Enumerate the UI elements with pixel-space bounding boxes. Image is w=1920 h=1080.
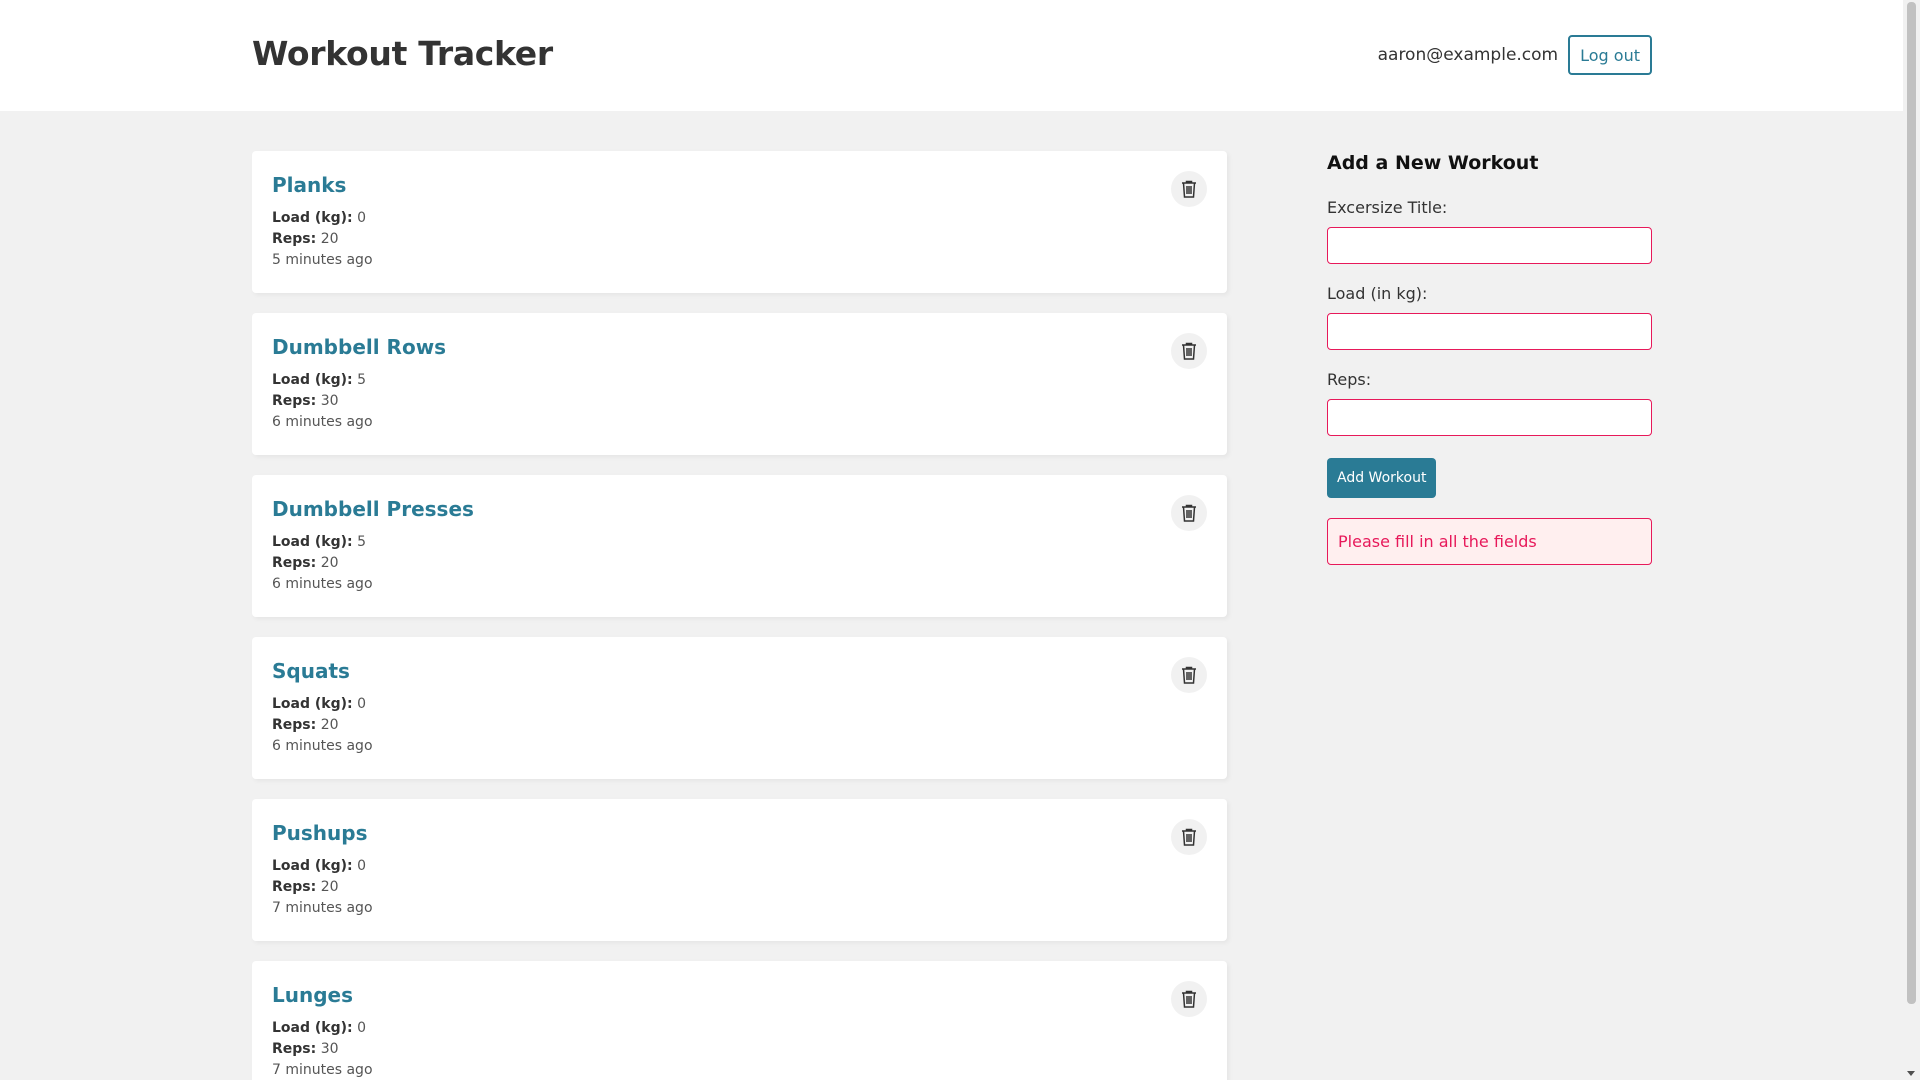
reps-input-label: Reps:: [1327, 370, 1372, 389]
workout-title: Lunges: [272, 983, 354, 1007]
workout-card: Squats Load (kg): 0 Reps: 20 6 minutes a…: [252, 637, 1227, 779]
workout-title: Dumbbell Rows: [272, 335, 447, 359]
add-workout-form: Add a New Workout Excersize Title: Load …: [1327, 152, 1652, 565]
load-label: Load (kg):: [272, 372, 353, 388]
load-value: 5: [357, 534, 366, 550]
delete-workout-button[interactable]: [1171, 171, 1207, 207]
load-value: 0: [357, 1020, 366, 1036]
trash-icon: [1182, 180, 1196, 198]
workout-list: Planks Load (kg): 0 Reps: 20 5 minutes a…: [252, 151, 1227, 1080]
workout-card: Pushups Load (kg): 0 Reps: 20 7 minutes …: [252, 799, 1227, 941]
workout-title: Dumbbell Presses: [272, 497, 474, 521]
reps-value: 20: [320, 555, 339, 571]
workout-reps: Reps: 20: [272, 229, 1207, 250]
workout-card: Planks Load (kg): 0 Reps: 20 5 minutes a…: [252, 151, 1227, 293]
reps-value: 20: [320, 879, 339, 895]
workout-reps: Reps: 20: [272, 877, 1207, 898]
workout-time: 6 minutes ago: [272, 738, 373, 754]
delete-workout-button[interactable]: [1171, 495, 1207, 531]
delete-workout-button[interactable]: [1171, 819, 1207, 855]
workout-time: 6 minutes ago: [272, 576, 373, 592]
trash-icon: [1182, 342, 1196, 360]
workout-load: Load (kg): 0: [272, 694, 1207, 715]
workout-load: Load (kg): 0: [272, 208, 1207, 229]
load-label: Load (kg):: [272, 858, 353, 874]
workout-card: Lunges Load (kg): 0 Reps: 30 7 minutes a…: [252, 961, 1227, 1080]
reps-label: Reps:: [272, 393, 317, 409]
trash-icon: [1182, 990, 1196, 1008]
load-label: Load (kg):: [272, 210, 353, 226]
reps-value: 30: [320, 1041, 339, 1057]
user-area: aaron@example.com Log out: [1378, 35, 1652, 75]
reps-value: 20: [320, 231, 339, 247]
workout-title: Planks: [272, 173, 347, 197]
workout-time: 6 minutes ago: [272, 414, 373, 430]
user-email: aaron@example.com: [1377, 45, 1559, 65]
workout-card: Dumbbell Presses Load (kg): 5 Reps: 20 6…: [252, 475, 1227, 617]
trash-icon: [1182, 504, 1196, 522]
logout-button[interactable]: Log out: [1568, 35, 1652, 75]
scrollbar[interactable]: [1903, 0, 1920, 1080]
workout-card: Dumbbell Rows Load (kg): 5 Reps: 30 6 mi…: [252, 313, 1227, 455]
error-message: Please fill in all the fields: [1327, 518, 1652, 565]
workout-reps: Reps: 20: [272, 553, 1207, 574]
reps-value: 30: [320, 393, 339, 409]
load-value: 5: [357, 372, 366, 388]
workout-load: Load (kg): 0: [272, 1018, 1207, 1039]
reps-label: Reps:: [272, 879, 317, 895]
reps-value: 20: [320, 717, 339, 733]
reps-label: Reps:: [272, 555, 317, 571]
load-label: Load (kg):: [272, 696, 353, 712]
add-workout-button[interactable]: Add Workout: [1327, 458, 1437, 498]
workout-time: 7 minutes ago: [272, 1062, 373, 1078]
load-value: 0: [357, 210, 366, 226]
scroll-down-icon[interactable]: [1907, 1071, 1915, 1076]
load-label: Load (kg):: [272, 534, 353, 550]
load-value: 0: [357, 696, 366, 712]
load-input-label: Load (in kg):: [1327, 284, 1428, 303]
delete-workout-button[interactable]: [1171, 333, 1207, 369]
reps-label: Reps:: [272, 1041, 317, 1057]
reps-label: Reps:: [272, 231, 317, 247]
app-title[interactable]: Workout Tracker: [252, 34, 553, 73]
scrollbar-thumb[interactable]: [1907, 2, 1916, 1004]
load-input[interactable]: [1327, 313, 1652, 350]
workout-reps: Reps: 30: [272, 391, 1207, 412]
title-label: Excersize Title:: [1327, 198, 1448, 217]
workout-load: Load (kg): 5: [272, 532, 1207, 553]
delete-workout-button[interactable]: [1171, 657, 1207, 693]
trash-icon: [1182, 828, 1196, 846]
delete-workout-button[interactable]: [1171, 981, 1207, 1017]
load-value: 0: [357, 858, 366, 874]
workout-title: Squats: [272, 659, 350, 683]
workout-time: 7 minutes ago: [272, 900, 373, 916]
header: Workout Tracker aaron@example.com Log ou…: [0, 0, 1903, 111]
form-title: Add a New Workout: [1327, 152, 1539, 174]
workout-load: Load (kg): 5: [272, 370, 1207, 391]
reps-label: Reps:: [272, 717, 317, 733]
workout-time: 5 minutes ago: [272, 252, 373, 268]
workout-reps: Reps: 30: [272, 1039, 1207, 1060]
load-label: Load (kg):: [272, 1020, 353, 1036]
reps-input[interactable]: [1327, 399, 1652, 436]
workout-load: Load (kg): 0: [272, 856, 1207, 877]
workout-title: Pushups: [272, 821, 368, 845]
title-input[interactable]: [1327, 227, 1652, 264]
workout-reps: Reps: 20: [272, 715, 1207, 736]
trash-icon: [1182, 666, 1196, 684]
